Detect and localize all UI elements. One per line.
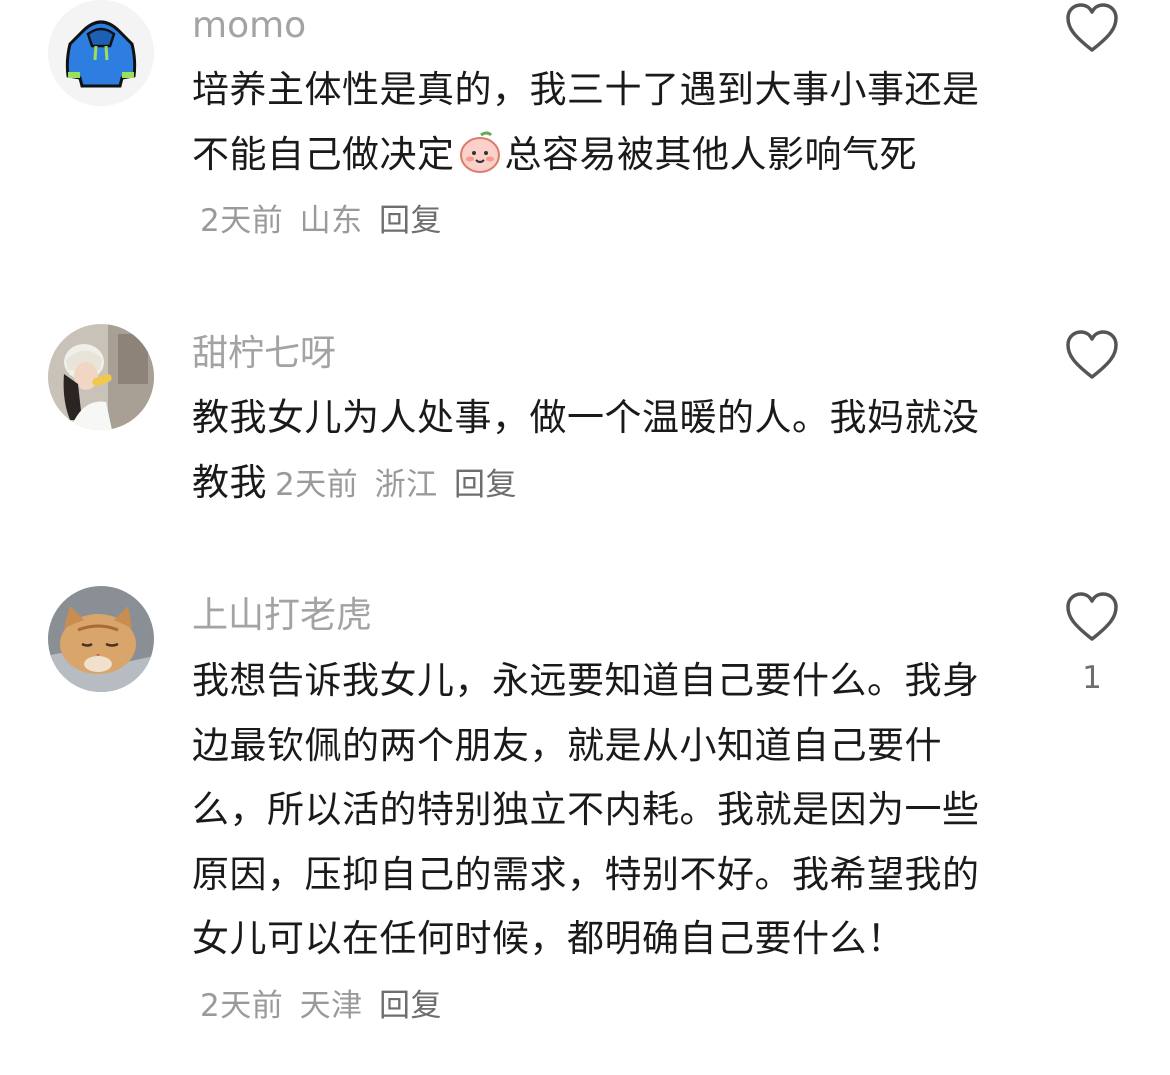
like-button[interactable] [1062,0,1122,56]
username[interactable]: momo [192,4,306,48]
comment-time: 2天前 [200,987,284,1024]
comment-text-part: 我想告诉我女儿，永远要知道自己要什么。我身边最钦佩的两个朋友，就是从小知道自己要… [192,659,980,960]
comment-location: 山东 [299,203,363,239]
photo-avatar-icon [48,324,154,430]
comment-time: 2天前 [275,466,359,503]
username[interactable]: 甜柠七呀 [192,332,336,376]
peach-face-emoji [459,131,500,173]
hoodie-avatar-icon [48,0,154,106]
avatar[interactable] [48,324,154,430]
comment-text: 我想告诉我女儿，永远要知道自己要什么。我身边最钦佩的两个朋友，就是从小知道自己要… [192,649,992,1038]
reply-button[interactable]: 回复 [379,988,442,1024]
like-button[interactable] [1062,327,1122,383]
like-button[interactable] [1062,589,1122,645]
heart-icon [1066,330,1118,379]
comment-location: 浙江 [374,466,438,503]
heart-icon [1066,592,1118,641]
comment-location: 天津 [299,987,363,1024]
avatar[interactable] [48,0,154,106]
comment-text: 教我女儿为人处事，做一个温暖的人。我妈就没教我 2天前 浙江 回复 [192,386,992,517]
comment-text: 培养主体性是真的，我三十了遇到大事小事还是不能自己做决定 总容易被其他人影响气死… [192,58,992,254]
comment-time: 2天前 [200,203,284,239]
comment-text-part: 总容易被其他人影响气死 [504,132,917,176]
reply-button[interactable]: 回复 [454,467,517,503]
heart-icon [1066,3,1118,52]
like-count: 1 [1082,660,1102,696]
username[interactable]: 上山打老虎 [192,594,372,638]
cat-avatar-icon [48,586,154,692]
reply-button[interactable]: 回复 [379,203,442,239]
comment-meta: 2天前 浙江 回复 [275,467,523,503]
comment-meta: 2天前 天津 回复 [200,988,448,1024]
comment-meta: 2天前 山东 回复 [200,203,448,239]
avatar[interactable] [48,586,154,692]
